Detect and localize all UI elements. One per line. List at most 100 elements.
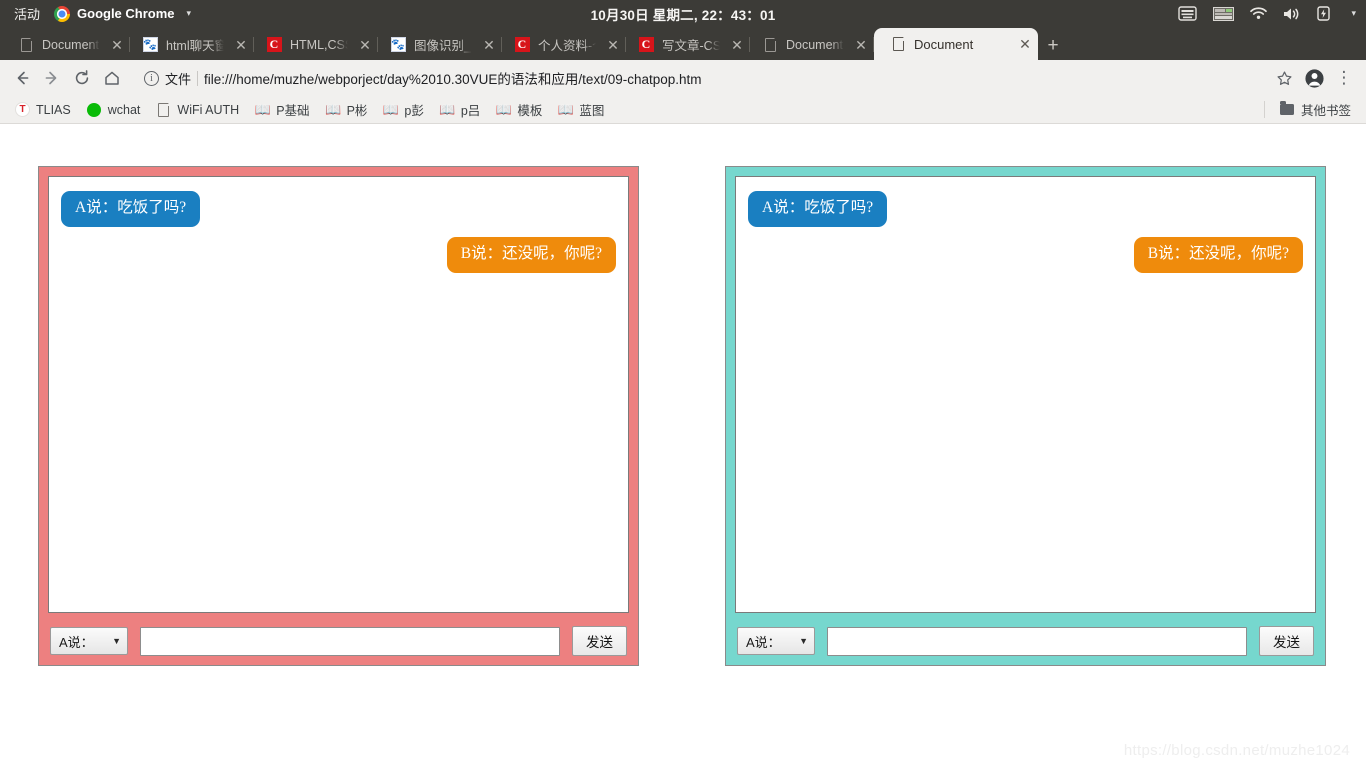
- close-icon[interactable]: ✕: [108, 36, 126, 54]
- app-menu-chrome[interactable]: Google Chrome ▾: [54, 5, 192, 22]
- browser-tab[interactable]: 🐾 html聊天窗口 ✕: [130, 29, 254, 60]
- browser-tab[interactable]: 🐾 图像识别_百度 ✕: [378, 29, 502, 60]
- browser-tab[interactable]: Document ✕: [6, 29, 130, 60]
- bookmark-label: 模板: [517, 104, 543, 118]
- chat-panels-container: A说：吃饭了吗? B说：还没呢，你呢? A说： ▼ 发送 A说：吃饭了吗? B说…: [0, 124, 1366, 666]
- address-url-text[interactable]: file:///home/muzhe/webporject/day%2010.3…: [204, 68, 701, 88]
- csdn-icon: C: [514, 37, 530, 53]
- folder-icon: [1280, 101, 1295, 117]
- back-button[interactable]: [8, 64, 36, 92]
- close-icon[interactable]: ✕: [356, 36, 374, 54]
- page-viewport: A说：吃饭了吗? B说：还没呢，你呢? A说： ▼ 发送 A说：吃饭了吗? B说…: [0, 124, 1366, 767]
- close-icon[interactable]: ✕: [1016, 35, 1034, 53]
- bookmark-label: 蓝图: [579, 104, 605, 118]
- send-button[interactable]: 发送: [572, 626, 627, 656]
- close-icon[interactable]: ✕: [480, 36, 498, 54]
- speaker-select[interactable]: A说： ▼: [50, 627, 128, 655]
- chevron-down-icon: ▼: [112, 636, 121, 646]
- browser-tab[interactable]: C 写文章-CSDN ✕: [626, 29, 750, 60]
- bookmark-item[interactable]: wchat: [80, 99, 148, 120]
- close-icon[interactable]: ✕: [852, 36, 870, 54]
- bookmark-label: p吕: [460, 104, 481, 118]
- bookmark-item[interactable]: WiFi AUTH: [149, 99, 246, 120]
- profile-icon[interactable]: [1300, 64, 1328, 92]
- tlias-icon: T: [15, 102, 30, 117]
- other-bookmarks-button[interactable]: 其他书签: [1273, 97, 1358, 122]
- forward-button[interactable]: [38, 64, 66, 92]
- chat-composer: A说： ▼ 发送: [48, 613, 629, 656]
- chat-panel-teal: A说：吃饭了吗? B说：还没呢，你呢? A说： ▼ 发送: [725, 166, 1326, 666]
- address-bar[interactable]: i 文件 file:///home/muzhe/webporject/day%2…: [134, 65, 1264, 91]
- speaker-select[interactable]: A说： ▼: [737, 627, 815, 655]
- bookmark-label: TLIAS: [36, 102, 71, 117]
- close-icon[interactable]: ✕: [232, 36, 250, 54]
- csdn-icon: C: [266, 37, 282, 53]
- chat-message-row: A说：吃饭了吗?: [61, 191, 616, 227]
- other-bookmarks-area: 其他书签: [1263, 97, 1358, 122]
- message-input[interactable]: [827, 626, 1247, 656]
- bookmark-label: wchat: [107, 102, 141, 117]
- close-icon[interactable]: ✕: [604, 36, 622, 54]
- baidu-icon: 🐾: [142, 37, 158, 52]
- bookmark-item[interactable]: T TLIAS: [8, 99, 78, 120]
- send-button[interactable]: 发送: [1259, 626, 1314, 656]
- bookmarks-divider: [1263, 101, 1265, 118]
- system-menu-caret-icon[interactable]: ▾: [1351, 8, 1356, 19]
- chevron-down-icon: ▾: [186, 8, 192, 18]
- activities-button[interactable]: 活动: [0, 4, 54, 23]
- home-button[interactable]: [98, 64, 126, 92]
- reload-button[interactable]: [68, 64, 96, 92]
- chat-message-row: A说：吃饭了吗?: [748, 191, 1303, 227]
- book-icon: 📖: [439, 102, 456, 117]
- tab-title: Document: [914, 36, 974, 52]
- chat-message-row: B说：还没呢，你呢?: [61, 236, 616, 273]
- chat-message-log: A说：吃饭了吗? B说：还没呢，你呢?: [48, 176, 629, 613]
- bookmark-item[interactable]: 📖 p彭: [376, 97, 430, 122]
- book-icon: 📖: [495, 102, 512, 117]
- watermark: https://blog.csdn.net/muzhe1024: [1123, 742, 1350, 759]
- bookmark-label: P彬: [346, 104, 368, 118]
- bookmark-label: P基础: [276, 104, 310, 118]
- book-icon: 📖: [382, 102, 399, 117]
- bookmark-item[interactable]: 📖 蓝图: [551, 97, 611, 122]
- chat-bubble-b: B说：还没呢，你呢?: [446, 236, 616, 273]
- csdn-icon: C: [638, 37, 654, 53]
- bookmark-item[interactable]: 📖 模板: [489, 97, 549, 122]
- message-input[interactable]: [140, 626, 560, 656]
- address-divider: [197, 70, 199, 86]
- chrome-menu-icon[interactable]: ⋮: [1330, 64, 1358, 92]
- bookmark-item[interactable]: 📖 P彬: [319, 97, 375, 122]
- bookmark-item[interactable]: 📖 p吕: [433, 97, 487, 122]
- chat-panel-pink: A说：吃饭了吗? B说：还没呢，你呢? A说： ▼ 发送: [38, 166, 639, 666]
- volume-icon[interactable]: [1283, 7, 1301, 21]
- other-bookmarks-label: 其他书签: [1300, 104, 1351, 118]
- keyboard-layout-icon[interactable]: [1213, 6, 1235, 21]
- browser-tab[interactable]: C 个人资料-个人 ✕: [502, 29, 626, 60]
- clock[interactable]: 10月30日 星期二, 22：43：01: [0, 4, 1366, 24]
- baidu-icon: 🐾: [390, 37, 406, 52]
- system-tray: ▾: [1178, 6, 1366, 21]
- on-screen-keyboard-icon[interactable]: [1178, 6, 1198, 21]
- browser-tab[interactable]: C HTML,CSS,JS ✕: [254, 29, 378, 60]
- gnome-top-bar: 活动 Google Chrome ▾ 10月30日 星期二, 22：43：01 …: [0, 0, 1366, 27]
- bookmark-item[interactable]: 📖 P基础: [248, 97, 316, 122]
- chat-bubble-a: A说：吃饭了吗?: [61, 191, 201, 227]
- wifi-icon[interactable]: [1250, 7, 1268, 20]
- page-info-icon[interactable]: i: [144, 70, 159, 86]
- chat-message-log: A说：吃饭了吗? B说：还没呢，你呢?: [735, 176, 1316, 613]
- bookmark-label: p彭: [404, 104, 424, 118]
- battery-icon[interactable]: [1317, 6, 1331, 21]
- tab-title: 图像识别_百度: [414, 39, 472, 53]
- chat-bubble-a: A说：吃饭了吗?: [748, 191, 888, 227]
- tab-title: 个人资料-个人: [538, 39, 596, 53]
- bookmark-label: WiFi AUTH: [177, 102, 240, 117]
- new-tab-button[interactable]: +: [1038, 32, 1068, 60]
- book-icon: 📖: [557, 102, 574, 117]
- browser-tab-active[interactable]: Document ✕: [874, 28, 1038, 60]
- browser-tab[interactable]: Document ✕: [750, 29, 874, 60]
- chat-bubble-b: B说：还没呢，你呢?: [1133, 236, 1303, 273]
- close-icon[interactable]: ✕: [728, 36, 746, 54]
- document-icon: [762, 37, 778, 53]
- bookmark-star-icon[interactable]: [1270, 64, 1298, 92]
- chrome-logo-icon: [54, 5, 71, 22]
